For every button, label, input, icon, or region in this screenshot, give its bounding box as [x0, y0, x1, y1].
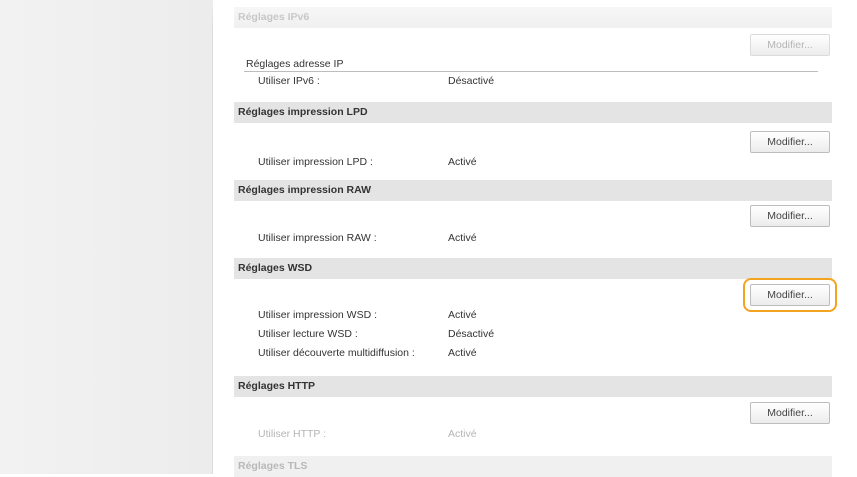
row-label: Utiliser IPv6 : — [258, 75, 320, 87]
left-sidebar — [0, 0, 213, 474]
row-label: Utiliser découverte multidiffusion : — [258, 347, 415, 359]
row-value: Désactivé — [448, 75, 495, 87]
row-label: Utiliser impression WSD : — [258, 309, 378, 321]
row-value: Désactivé — [448, 328, 495, 340]
section-header-ipv6: Réglages IPv6 — [234, 7, 832, 28]
row-label: Utiliser lecture WSD : — [258, 328, 358, 340]
row-value: Activé — [448, 347, 477, 359]
modify-ipv6-button[interactable]: Modifier... — [750, 34, 830, 56]
section-header-raw: Réglages impression RAW — [234, 180, 832, 201]
settings-row: Utiliser impression WSD : Activé — [258, 309, 818, 323]
row-label: Utiliser impression LPD : — [258, 156, 373, 168]
section-header-wsd: Réglages WSD — [234, 258, 832, 279]
settings-row: Utiliser découverte multidiffusion : Act… — [258, 347, 818, 361]
settings-row: Utiliser HTTP : Activé — [258, 428, 818, 442]
settings-panel: Réglages IPv6 Modifier... Réglages adres… — [228, 0, 838, 477]
modify-http-button[interactable]: Modifier... — [750, 402, 830, 424]
subheader-divider — [244, 71, 818, 72]
settings-row: Utiliser impression LPD : Activé — [258, 156, 818, 170]
modify-lpd-button[interactable]: Modifier... — [750, 131, 830, 153]
settings-row: Utiliser lecture WSD : Désactivé — [258, 328, 818, 342]
row-value: Activé — [448, 232, 477, 244]
row-value: Activé — [448, 309, 477, 321]
row-label: Utiliser impression RAW : — [258, 232, 377, 244]
settings-row: Utiliser impression RAW : Activé — [258, 232, 818, 246]
section-header-http: Réglages HTTP — [234, 376, 832, 397]
modify-wsd-button[interactable]: Modifier... — [750, 284, 830, 306]
settings-row: Utiliser IPv6 : Désactivé — [258, 75, 818, 89]
modify-raw-button[interactable]: Modifier... — [750, 205, 830, 227]
ip-address-subheader: Réglages adresse IP — [246, 58, 344, 70]
row-value: Activé — [448, 156, 477, 168]
row-label: Utiliser HTTP : — [258, 428, 327, 440]
section-header-lpd: Réglages impression LPD — [234, 102, 832, 123]
row-value: Activé — [448, 428, 477, 440]
